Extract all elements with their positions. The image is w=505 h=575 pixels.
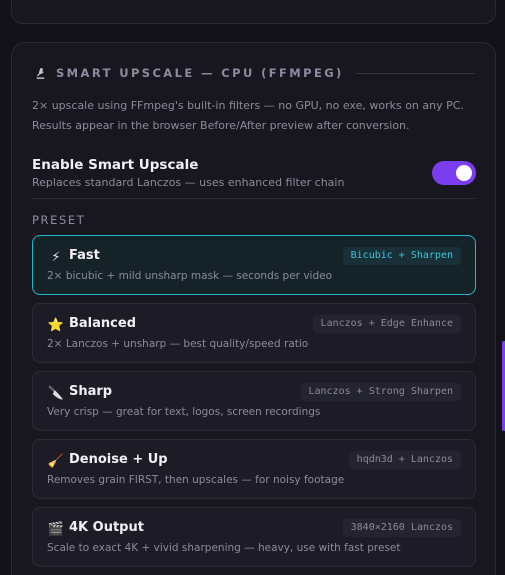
section-header: SMART UPSCALE — CPU (FFMPEG) <box>32 65 475 81</box>
preset-name: 4K Output <box>69 520 144 535</box>
star-icon: ⭐ <box>47 317 65 333</box>
section-description: 2× upscale using FFmpeg's built-in filte… <box>32 96 482 136</box>
preset-tag: Lanczos + Strong Sharpen <box>300 383 461 401</box>
preset-tag: Lanczos + Edge Enhance <box>312 315 461 333</box>
preset-desc: 2× bicubic + mild unsharp mask — seconds… <box>47 270 333 282</box>
toggle-title: Enable Smart Upscale <box>32 157 199 173</box>
preset-denoise-up[interactable]: 🧹 Denoise + Up hqdn3d + Lanczos Removes … <box>32 439 476 499</box>
preset-name: Sharp <box>69 384 113 399</box>
description-line: 2× upscale using FFmpeg's built-in filte… <box>32 99 464 112</box>
broom-icon: 🧹 <box>47 453 65 469</box>
preset-desc: Removes grain FIRST, then upscales — for… <box>47 474 345 486</box>
preset-sharp[interactable]: 🔪 Sharp Lanczos + Strong Sharpen Very cr… <box>32 371 476 431</box>
clapper-icon: 🎬 <box>47 521 65 537</box>
description-line: Results appear in the browser Before/Aft… <box>32 119 410 132</box>
preset-desc: Scale to exact 4K + vivid sharpening — h… <box>47 542 401 554</box>
preset-name: Balanced <box>69 316 136 331</box>
previous-card <box>11 0 496 24</box>
enable-smart-upscale-row[interactable]: Enable Smart Upscale Replaces standard L… <box>32 155 476 199</box>
enable-smart-upscale-toggle[interactable] <box>432 161 476 185</box>
preset-name: Denoise + Up <box>69 452 168 467</box>
preset-fast[interactable]: ⚡ Fast Bicubic + Sharpen 2× bicubic + mi… <box>32 235 476 295</box>
preset-tag: 3840×2160 Lanczos <box>342 519 461 537</box>
divider <box>32 198 476 199</box>
preset-tag: Bicubic + Sharpen <box>342 247 461 265</box>
lightning-icon: ⚡ <box>51 249 61 265</box>
preset-desc: 2× Lanczos + unsharp — best quality/spee… <box>47 338 309 350</box>
smart-upscale-panel: SMART UPSCALE — CPU (FFMPEG) 2× upscale … <box>11 42 496 575</box>
preset-4k-output[interactable]: 🎬 4K Output 3840×2160 Lanczos Scale to e… <box>32 507 476 567</box>
preset-label: PRESET <box>32 213 86 227</box>
toggle-subtitle: Replaces standard Lanczos — uses enhance… <box>32 176 345 189</box>
toggle-knob <box>456 165 472 181</box>
section-divider-line <box>355 72 475 74</box>
preset-name: Fast <box>69 248 100 263</box>
section-title: SMART UPSCALE — CPU (FFMPEG) <box>56 66 344 80</box>
preset-desc: Very crisp — great for text, logos, scre… <box>47 406 321 418</box>
preset-balanced[interactable]: ⭐ Balanced Lanczos + Edge Enhance 2× Lan… <box>32 303 476 363</box>
knife-icon: 🔪 <box>47 385 65 401</box>
microscope-icon <box>32 65 48 81</box>
preset-tag: hqdn3d + Lanczos <box>348 451 461 469</box>
